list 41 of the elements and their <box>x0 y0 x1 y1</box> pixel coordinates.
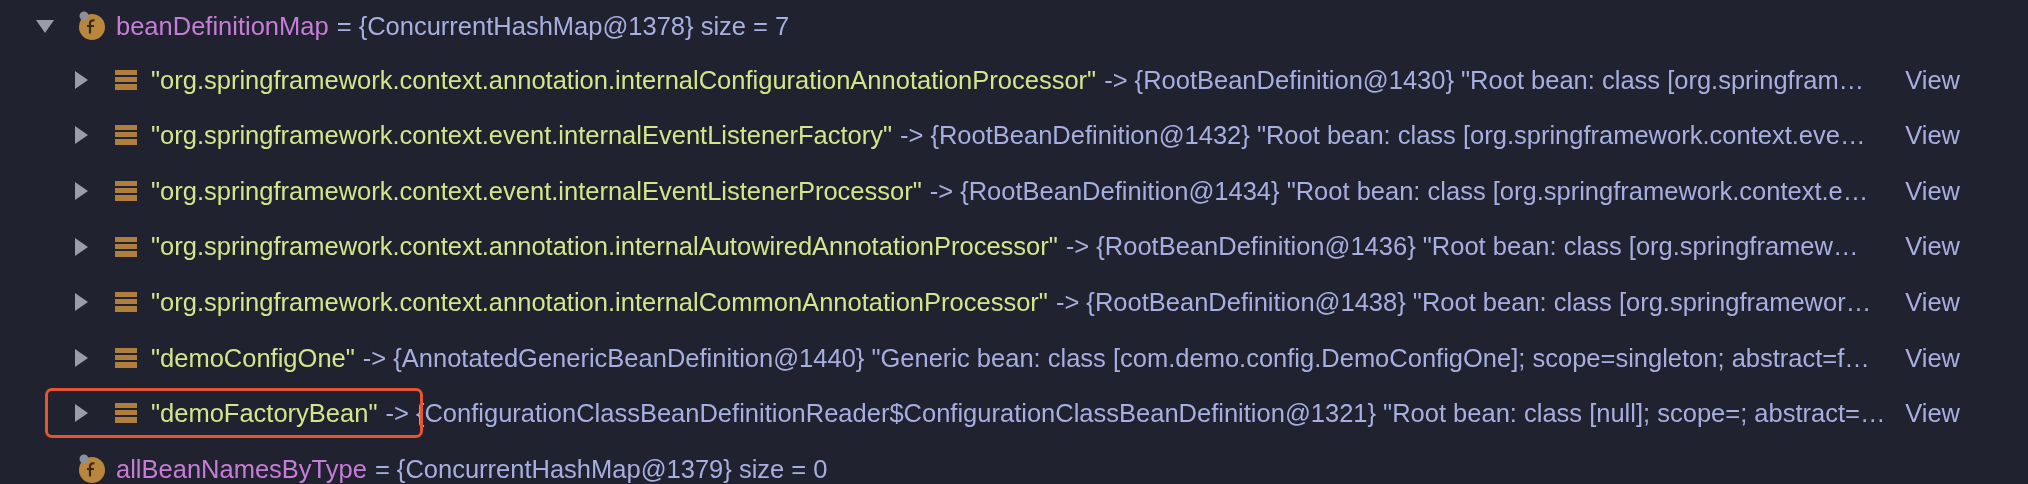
expand-arrow-icon[interactable] <box>74 182 88 200</box>
entry-value: -> {RootBeanDefinition@1430} "Root bean: class [org.springfram… <box>1104 64 1865 96</box>
expand-arrow-icon[interactable] <box>74 348 88 367</box>
expand-arrow-icon[interactable] <box>74 293 88 312</box>
entry-value: -> {RootBeanDefinition@1434} "Root bean: class [org.springframework.context.e… <box>929 175 1869 207</box>
view-link[interactable]: View <box>1905 283 1960 322</box>
variable-value: = {ConcurrentHashMap@1378} size = 7 <box>336 10 790 42</box>
field-icon <box>77 11 107 41</box>
view-link[interactable]: View <box>1905 394 1960 433</box>
entry-icon <box>115 180 137 202</box>
entry-value: -> {RootBeanDefinition@1436} "Root bean: class [org.springframew… <box>1065 231 1859 263</box>
entry-key: "org.springframework.context.event.internalEventListenerFactory" <box>151 116 892 155</box>
view-link[interactable]: View <box>1905 338 1960 377</box>
entry-value: -> {RootBeanDefinition@1432} "Root bean: class [org.springframework.context.eve… <box>899 120 1866 152</box>
view-link[interactable]: View <box>1905 171 1960 211</box>
entry-icon <box>115 402 137 425</box>
collapse-arrow-icon[interactable] <box>36 19 54 33</box>
entry-value: -> {AnnotatedGenericBeanDefinition@1440} "Generic bean: class [com.demo.config.DemoConfigOne]; scope=singleton; abstract=f… <box>362 342 1870 374</box>
entry-key: "demoFactoryBean" <box>151 394 378 433</box>
entry-key: "org.springframework.context.annotation.internalCommonAnnotationProcessor" <box>151 283 1048 322</box>
expand-arrow-icon[interactable] <box>74 237 88 256</box>
variable-name: beanDefinitionMap <box>116 10 329 42</box>
variable-name: allBeanNamesByType <box>116 453 367 484</box>
entry-icon <box>115 346 137 369</box>
entry-key: "org.springframework.context.annotation.internalConfigurationAnnotationProcessor" <box>151 60 1097 99</box>
expand-arrow-icon[interactable] <box>74 70 88 89</box>
entry-value: -> {RootBeanDefinition@1438} "Root bean: class [org.springframewor… <box>1055 287 1872 319</box>
variable-value: = {ConcurrentHashMap@1379} size = 0 <box>374 453 828 484</box>
entry-icon <box>115 124 137 147</box>
entry-key: "demoConfigOne" <box>151 338 355 377</box>
expand-arrow-icon[interactable] <box>74 404 88 423</box>
expand-arrow-icon[interactable] <box>74 126 88 145</box>
view-link[interactable]: View <box>1905 116 1960 155</box>
entry-icon <box>115 68 137 91</box>
entry-key: "org.springframework.context.annotation.internalAutowiredAnnotationProcessor" <box>151 227 1058 266</box>
view-link[interactable]: View <box>1905 227 1960 266</box>
view-link[interactable]: View <box>1905 60 1960 99</box>
field-icon <box>77 453 107 484</box>
entry-icon <box>115 291 137 314</box>
entry-key: "org.springframework.context.event.internalEventListenerProcessor" <box>151 171 922 211</box>
entry-icon <box>115 235 137 258</box>
